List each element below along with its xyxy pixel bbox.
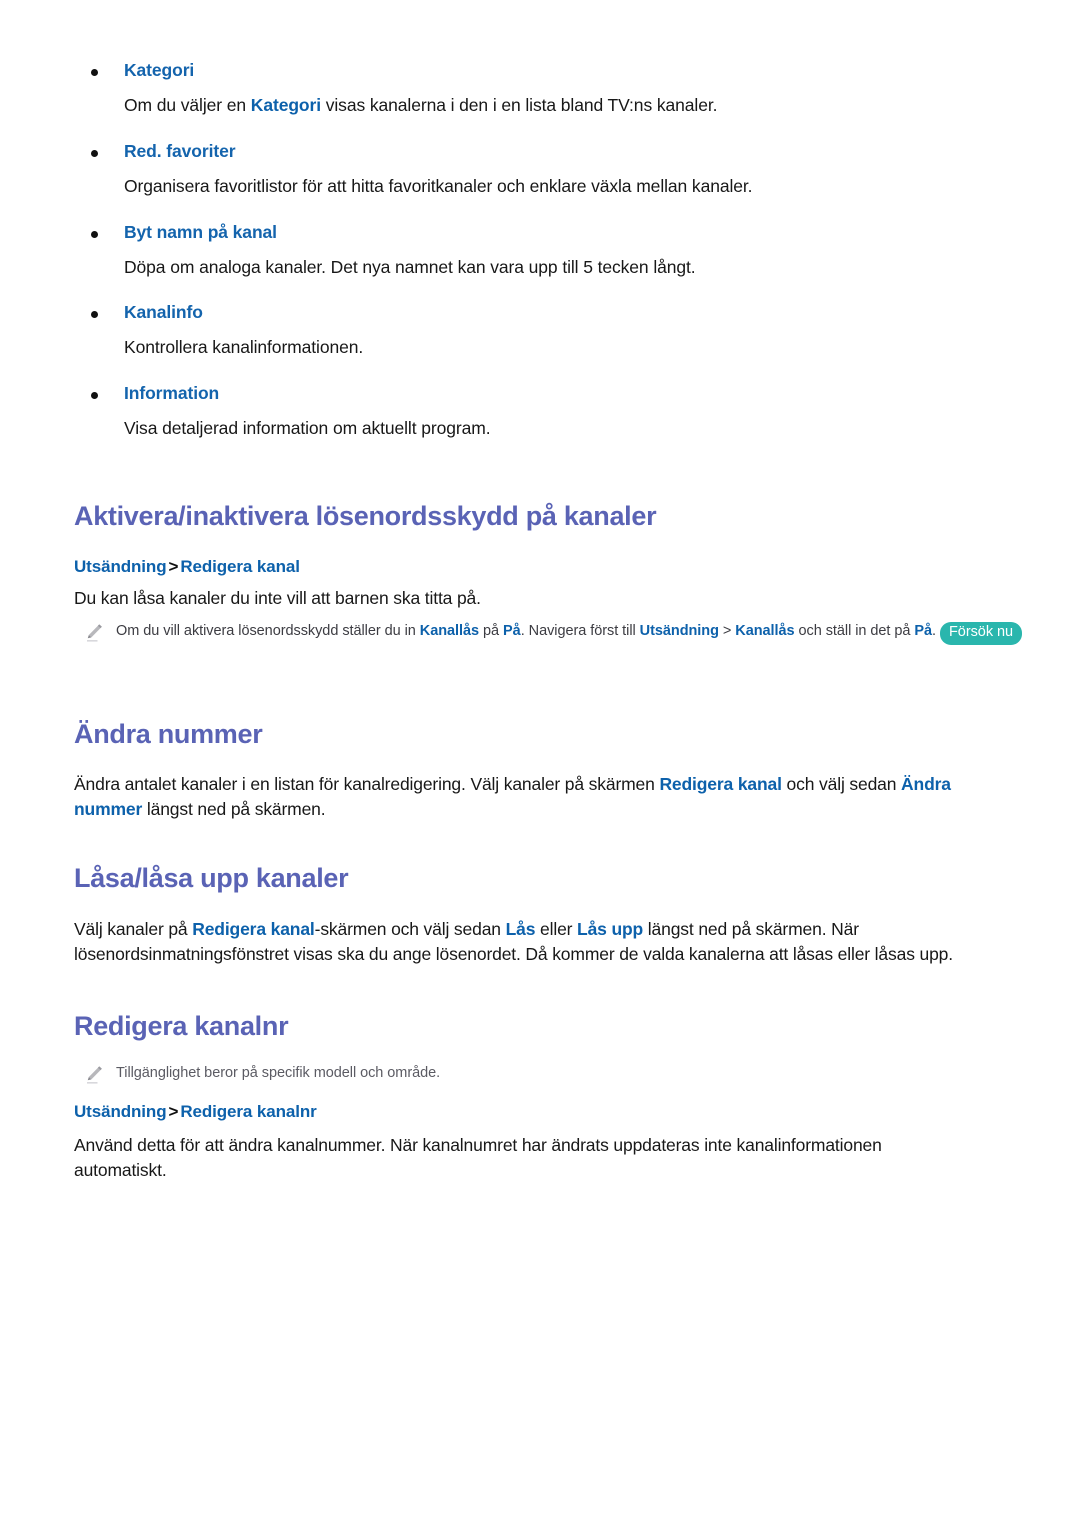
bullet-label: Red. favoriter bbox=[124, 140, 236, 161]
paragraph: Använd detta för att ändra kanalnummer. … bbox=[74, 1135, 882, 1181]
text-3: eller bbox=[535, 919, 578, 939]
note-text-2: på bbox=[479, 623, 504, 639]
text-2: -skärmen och välj sedan bbox=[314, 919, 506, 939]
bullet-row: Red. favoriter bbox=[74, 141, 1014, 163]
bullet-row: Information bbox=[74, 383, 1014, 405]
paragraph: Ändra antalet kanaler i en listan för ka… bbox=[74, 772, 1004, 823]
section-edit-channel-nr: Redigera kanalnr bbox=[74, 1010, 1024, 1042]
list-item: Information Visa detaljerad information … bbox=[74, 383, 1014, 440]
pencil-icon bbox=[84, 1063, 106, 1085]
desc-text-pre: Organisera favoritlistor för att hitta f… bbox=[124, 175, 753, 196]
breadcrumb: Utsändning > Redigera kanalnr bbox=[74, 1102, 1024, 1122]
bullet-description: Organisera favoritlistor för att hitta f… bbox=[74, 175, 1014, 198]
bullet-label: Byt namn på kanal bbox=[124, 221, 277, 242]
breadcrumb-separator: > bbox=[168, 1102, 179, 1121]
desc-text-post: visas kanalerna i den i en lista bland T… bbox=[320, 95, 718, 115]
list-item: Red. favoriter Organisera favoritlistor … bbox=[74, 141, 1014, 198]
bullet-row: Kanalinfo bbox=[74, 302, 1014, 324]
note-text: Om du vill aktivera lösenordsskydd ställ… bbox=[116, 620, 1023, 645]
inline-term-1: Redigera kanal bbox=[192, 919, 315, 939]
desc-text-pre: Om du väljer en bbox=[124, 95, 251, 115]
list-item: Byt namn på kanal Döpa om analoga kanale… bbox=[74, 222, 1014, 279]
try-now-badge[interactable]: Försök nu bbox=[940, 622, 1023, 645]
bullet-label: Kanalinfo bbox=[124, 302, 203, 323]
pencil-icon bbox=[84, 621, 106, 643]
page-title: Ändra nummer bbox=[74, 719, 263, 749]
section-lock-unlock-body: Välj kanaler på Redigera kanal-skärmen o… bbox=[74, 917, 1022, 968]
text-1: Ändra antalet kanaler i en listan för ka… bbox=[74, 774, 660, 794]
breadcrumb-item-1[interactable]: Utsändning bbox=[74, 557, 167, 576]
desc-text-pre: Kontrollera kanalinformationen. bbox=[124, 337, 364, 358]
note-text-6: . bbox=[932, 623, 940, 639]
breadcrumb-item-2[interactable]: Redigera kanal bbox=[180, 557, 300, 576]
note-text-4: > bbox=[718, 623, 736, 639]
note-availability: Tillgänglighet beror på specifik modell … bbox=[84, 1062, 1024, 1085]
paragraph: Du kan låsa kanaler du inte vill att bar… bbox=[74, 588, 481, 608]
bullet-dot-icon bbox=[91, 230, 98, 238]
note-term-1: Kanallås bbox=[419, 623, 480, 639]
paragraph: Välj kanaler på Redigera kanal-skärmen o… bbox=[74, 917, 1022, 968]
bullet-row: Byt namn på kanal bbox=[74, 222, 1014, 244]
inline-term-3: Lås upp bbox=[577, 919, 644, 939]
breadcrumb-item-1[interactable]: Utsändning bbox=[74, 1102, 167, 1121]
inline-term-2: Lås bbox=[505, 919, 536, 939]
list-item: Kategori Om du väljer en Kategori visas … bbox=[74, 60, 1014, 117]
note-term-5: På bbox=[914, 623, 933, 639]
bullet-label: Kategori bbox=[124, 60, 195, 80]
inline-term-1: Redigera kanal bbox=[659, 774, 782, 794]
note-text-3: . Navigera först till bbox=[520, 623, 640, 639]
breadcrumb-item-2[interactable]: Redigera kanalnr bbox=[180, 1102, 316, 1121]
section-change-number-body: Ändra antalet kanaler i en listan för ka… bbox=[74, 772, 1004, 823]
list-item: Kanalinfo Kontrollera kanalinformationen… bbox=[74, 302, 1014, 359]
text-1: Välj kanaler på bbox=[74, 919, 193, 939]
section-password-body: Du kan låsa kanaler du inte vill att bar… bbox=[74, 586, 1024, 611]
page-title: Aktivera/inaktivera lösenordsskydd på ka… bbox=[74, 501, 657, 531]
inline-term: Kategori bbox=[250, 95, 321, 115]
text-2: och välj sedan bbox=[781, 774, 902, 794]
section-password-protection: Aktivera/inaktivera lösenordsskydd på ka… bbox=[74, 500, 1024, 532]
bullet-dot-icon bbox=[91, 69, 98, 76]
note-text: Tillgänglighet beror på specifik modell … bbox=[116, 1065, 441, 1081]
page-title: Redigera kanalnr bbox=[74, 1011, 289, 1041]
note-term-3: Utsändning bbox=[639, 623, 719, 639]
document-page: Kategori Om du väljer en Kategori visas … bbox=[0, 0, 1080, 1527]
page-title: Låsa/låsa upp kanaler bbox=[74, 863, 349, 893]
bullet-label: Information bbox=[124, 383, 220, 403]
section-edit-channel-nr-body: Använd detta för att ändra kanalnummer. … bbox=[74, 1133, 974, 1184]
note-text-1: Om du vill aktivera lösenordsskydd ställ… bbox=[116, 623, 420, 639]
bullet-description: Om du väljer en Kategori visas kanalerna… bbox=[74, 94, 1014, 117]
note-password: Om du vill aktivera lösenordsskydd ställ… bbox=[84, 620, 1024, 645]
note-term-4: Kanallås bbox=[735, 623, 795, 639]
section-lock-unlock: Låsa/låsa upp kanaler bbox=[74, 862, 1024, 894]
bullet-description: Kontrollera kanalinformationen. bbox=[74, 336, 1014, 359]
bullet-row: Kategori bbox=[74, 60, 1014, 82]
note-text-5: och ställ in det på bbox=[794, 623, 915, 639]
breadcrumb-separator: > bbox=[168, 557, 179, 576]
bullet-description: Visa detaljerad information om aktuellt … bbox=[74, 417, 1014, 440]
bullet-dot-icon bbox=[91, 149, 98, 157]
desc-text-pre: Visa detaljerad information om aktuellt … bbox=[124, 418, 491, 438]
section-change-number: Ändra nummer bbox=[74, 718, 1024, 750]
desc-text-pre: Döpa om analoga kanaler. Det nya namnet … bbox=[124, 256, 696, 277]
feature-bullet-list: Kategori Om du väljer en Kategori visas … bbox=[74, 60, 1014, 464]
bullet-dot-icon bbox=[91, 392, 98, 399]
breadcrumb: Utsändning > Redigera kanal bbox=[74, 557, 1024, 577]
bullet-dot-icon bbox=[91, 311, 98, 319]
note-term-2: På bbox=[503, 623, 521, 639]
text-3: längst ned på skärmen. bbox=[142, 799, 326, 820]
bullet-description: Döpa om analoga kanaler. Det nya namnet … bbox=[74, 256, 1014, 279]
